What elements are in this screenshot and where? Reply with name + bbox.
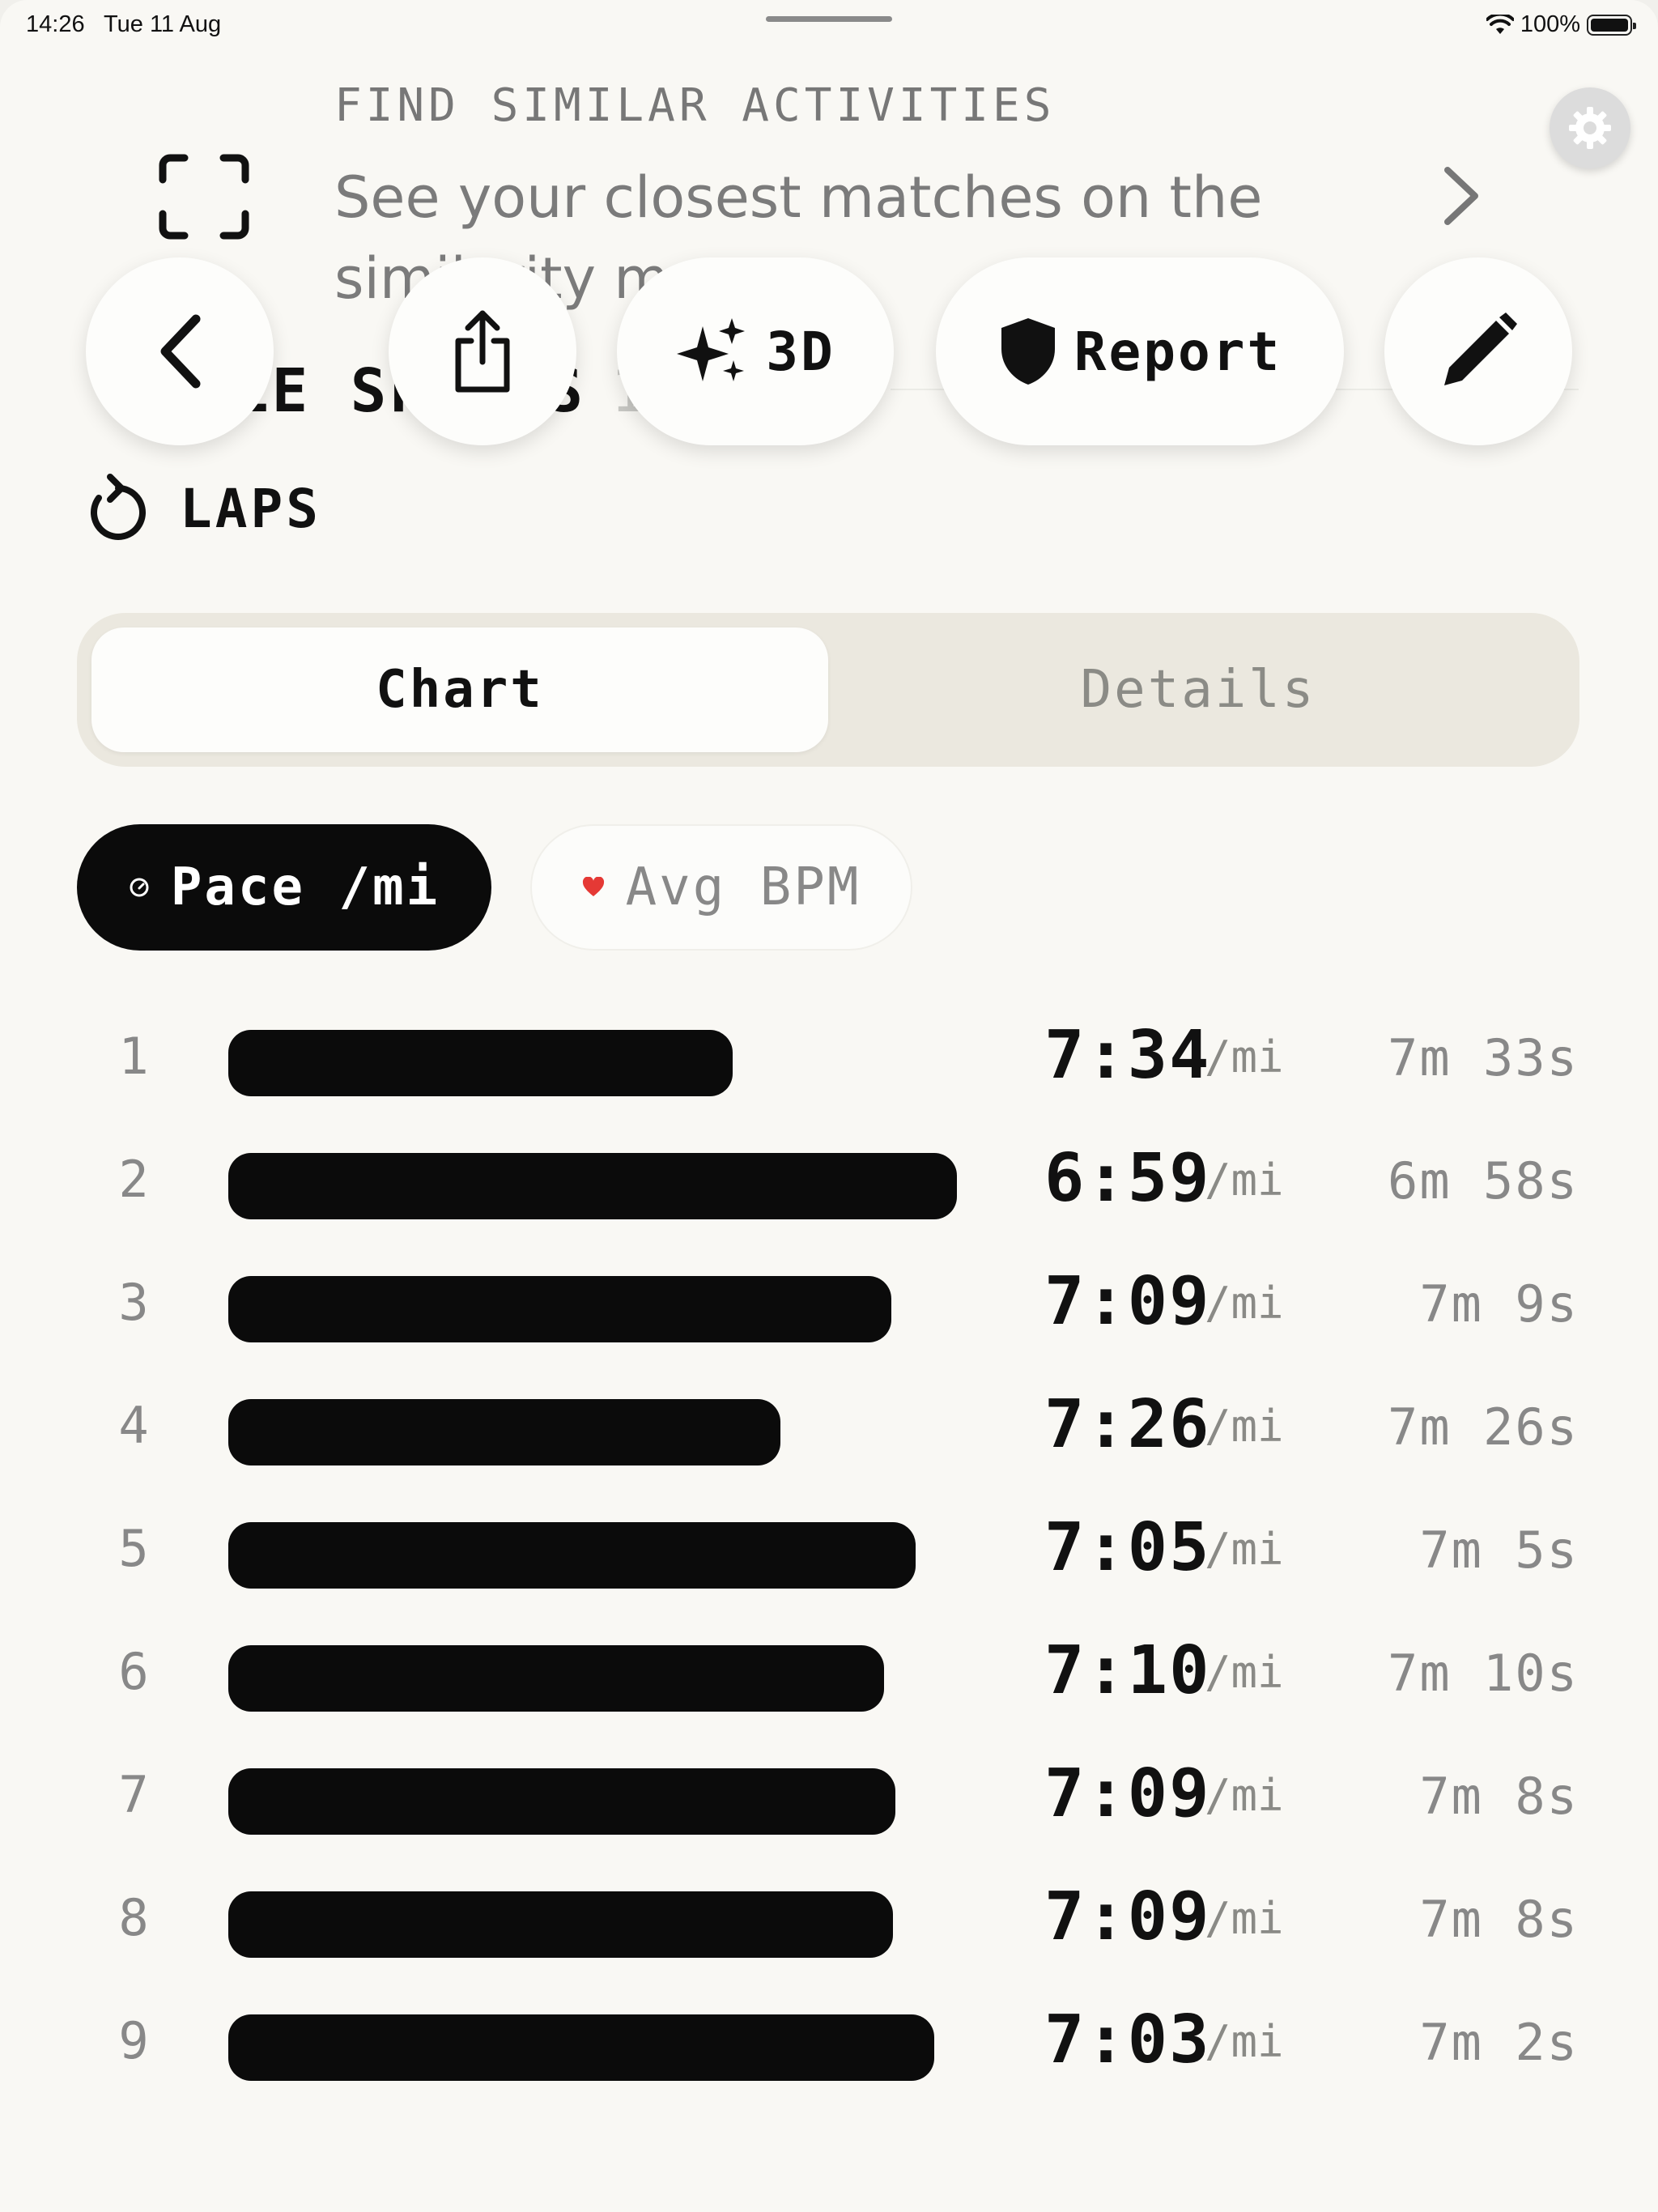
split-pace-unit: /mi [1205,1278,1284,1329]
battery-percentage: 100% [1520,11,1580,37]
split-pace-bar [228,2014,934,2081]
view-3d-button[interactable]: 3D [617,257,894,445]
split-elapsed-time: 7m 8s [1419,1890,1579,1949]
status-time: 14:26 [26,11,85,37]
split-pace-bar [228,1153,957,1219]
split-pace-unit: /mi [1205,1893,1284,1944]
split-pace-unit: /mi [1205,1524,1284,1575]
split-pace-bar [228,1891,893,1958]
split-pace-bar [228,1522,916,1589]
split-elapsed-time: 7m 10s [1388,1644,1579,1703]
status-date: Tue 11 Aug [104,11,222,37]
split-mile-number: 4 [118,1396,149,1455]
rotate-ccw-icon [91,474,146,540]
bpm-metric-toggle[interactable]: Avg BPM [530,824,912,951]
shield-icon [1001,318,1055,385]
share-icon [455,310,510,393]
split-pace-bar [228,1399,780,1465]
split-elapsed-time: 7m 33s [1388,1028,1579,1087]
view-3d-label: 3D [766,320,835,383]
split-row[interactable]: 4 7:26/mi 7m 26s [0,1363,1658,1487]
split-pace-bar [228,1030,733,1096]
gear-icon [1569,107,1611,149]
status-indicators: 100% [1486,11,1636,38]
find-similar-banner[interactable]: FIND SIMILAR ACTIVITIES See your closest… [0,36,1658,312]
pace-metric-label: Pace /mi [170,857,440,917]
speedometer-icon [130,878,149,897]
view-segmented-control: Chart Details [77,613,1579,767]
split-mile-number: 7 [118,1765,149,1824]
split-mile-number: 2 [118,1150,149,1209]
split-row[interactable]: 3 7:09/mi 7m 9s [0,1240,1658,1363]
bpm-metric-label: Avg BPM [625,857,861,917]
split-elapsed-time: 7m 2s [1419,2013,1579,2072]
split-pace-unit: /mi [1205,2016,1284,2067]
split-pace-value: 6:59 [1044,1140,1211,1217]
split-pace-unit: /mi [1205,1032,1284,1083]
split-mile-number: 5 [118,1519,149,1578]
share-button[interactable] [389,257,576,445]
tab-details[interactable]: Details [830,627,1567,752]
split-row[interactable]: 7 7:09/mi 7m 8s [0,1733,1658,1856]
sheet-grabber-handle[interactable] [766,16,892,22]
split-mile-number: 6 [118,1642,149,1701]
laps-header[interactable]: LAPS [86,474,321,543]
split-elapsed-time: 7m 26s [1388,1397,1579,1457]
split-mile-number: 3 [118,1273,149,1332]
edit-button[interactable] [1384,257,1572,445]
split-pace-unit: /mi [1205,1155,1284,1206]
split-mile-number: 8 [118,1888,149,1947]
split-elapsed-time: 7m 5s [1419,1521,1579,1580]
split-row[interactable]: 2 6:59/mi 6m 58s [0,1117,1658,1240]
split-pace-value: 7:26 [1044,1386,1211,1463]
heart-icon [582,877,604,896]
split-mile-number: 1 [118,1027,149,1086]
split-pace-value: 7:09 [1044,1878,1211,1955]
split-pace-value: 7:05 [1044,1509,1211,1586]
chevron-left-icon [160,314,201,389]
split-pace-unit: /mi [1205,1401,1284,1452]
split-elapsed-time: 7m 8s [1419,1767,1579,1826]
find-similar-title: FIND SIMILAR ACTIVITIES [334,79,1056,132]
split-row[interactable]: 5 7:05/mi 7m 5s [0,1487,1658,1610]
pencil-icon [1444,313,1517,385]
battery-icon [1587,14,1636,36]
split-pace-value: 7:03 [1044,2001,1211,2078]
split-pace-value: 7:09 [1044,1755,1211,1832]
split-pace-value: 7:34 [1044,1017,1211,1094]
split-pace-unit: /mi [1205,1770,1284,1821]
split-pace-value: 7:10 [1044,1632,1211,1709]
split-pace-unit: /mi [1205,1647,1284,1698]
report-label: Report [1073,320,1282,383]
split-row[interactable]: 6 7:10/mi 7m 10s [0,1610,1658,1733]
tab-chart[interactable]: Chart [91,627,828,752]
chevron-right-icon [1444,167,1478,225]
back-button[interactable] [86,257,274,445]
split-row[interactable]: 1 7:34/mi 7m 33s [0,994,1658,1117]
report-button[interactable]: Report [936,257,1344,445]
activity-sheet: 14:26 Tue 11 Aug 100% FIND SIMILAR ACTIV… [0,0,1658,2212]
split-pace-value: 7:09 [1044,1263,1211,1340]
split-pace-bar [228,1768,895,1835]
split-elapsed-time: 7m 9s [1419,1274,1579,1334]
laps-label: LAPS [180,477,321,540]
scan-frame-icon [159,154,249,240]
split-pace-bar [228,1645,884,1712]
split-row[interactable]: 9 7:03/mi 7m 2s [0,1979,1658,2102]
wifi-icon [1486,14,1514,34]
split-mile-number: 9 [118,2011,149,2070]
split-elapsed-time: 6m 58s [1388,1151,1579,1210]
split-row[interactable]: 8 7:09/mi 7m 8s [0,1856,1658,1979]
sparkles-icon [677,318,746,381]
pace-metric-toggle[interactable]: Pace /mi [77,824,491,951]
split-pace-bar [228,1276,891,1342]
settings-button[interactable] [1550,87,1630,168]
